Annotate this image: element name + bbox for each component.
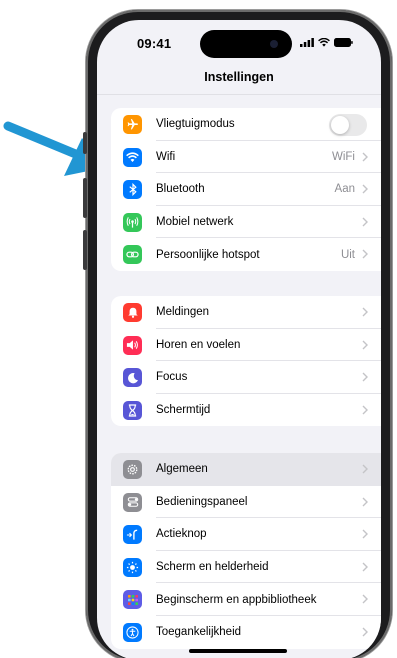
- action-side-button: [83, 132, 87, 154]
- settings-row-value: WiFi: [332, 150, 355, 163]
- accessibility-icon: [123, 622, 142, 642]
- settings-row-value: Uit: [340, 248, 355, 261]
- cellular-signal-icon: [300, 38, 314, 47]
- chevron-right-icon: [362, 405, 368, 415]
- chevron-right-icon: [362, 307, 368, 317]
- chevron-right-icon: [362, 562, 368, 572]
- airplane-mode-toggle[interactable]: [329, 114, 367, 136]
- settings-row-label: Schermtijd: [156, 404, 211, 417]
- settings-row-vliegtuigmodus[interactable]: Vliegtuigmodus: [111, 108, 381, 141]
- settings-row-actieknop[interactable]: Actieknop: [111, 518, 381, 551]
- status-icons: [300, 38, 353, 47]
- sun-icon: [123, 557, 142, 577]
- chevron-right-icon: [362, 529, 368, 539]
- chevron-right-icon: [362, 184, 368, 194]
- settings-row-toegankelijkheid[interactable]: Toegankelijkheid: [111, 616, 381, 649]
- chevron-right-icon: [362, 249, 368, 259]
- settings-row-bluetooth[interactable]: Bluetooth Aan: [111, 173, 381, 206]
- status-bar: 09:41: [97, 20, 381, 68]
- chevron-right-icon: [362, 372, 368, 382]
- sliders-icon: [123, 492, 142, 512]
- settings-group-notifications: Meldingen Horen en voelen Focus Schermti…: [111, 296, 381, 427]
- bluetooth-icon: [123, 180, 142, 200]
- settings-row-label: Actieknop: [156, 528, 207, 541]
- chevron-right-icon: [362, 627, 368, 637]
- volume-up-button: [83, 178, 87, 218]
- volume-down-button: [83, 230, 87, 270]
- moon-icon: [123, 368, 142, 388]
- settings-row-label: Focus: [156, 371, 188, 384]
- settings-row-label: Algemeen: [156, 463, 208, 476]
- antenna-icon: [123, 212, 142, 232]
- settings-row-algemeen[interactable]: Algemeen: [111, 453, 381, 486]
- app-grid-icon: [123, 590, 142, 610]
- settings-group-general: Algemeen Bedieningspaneel Actieknop Sche…: [111, 453, 381, 649]
- settings-row-label: Wifi: [156, 150, 176, 163]
- dynamic-island: [200, 30, 292, 58]
- settings-row-label: Toegankelijkheid: [156, 626, 242, 639]
- nav-divider: [97, 94, 381, 95]
- settings-row-value: Aan: [334, 183, 355, 196]
- settings-row-scherm-en-helderheid[interactable]: Scherm en helderheid: [111, 551, 381, 584]
- bell-icon: [123, 303, 142, 322]
- settings-row-mobiel-netwerk[interactable]: Mobiel netwerk: [111, 206, 381, 239]
- chevron-right-icon: [362, 594, 368, 604]
- settings-row-label: Meldingen: [156, 306, 210, 319]
- settings-row-beginscherm-en-appbibliotheek[interactable]: Beginscherm en appbibliotheek: [111, 583, 381, 616]
- hourglass-icon: [123, 400, 142, 420]
- chevron-right-icon: [362, 497, 368, 507]
- settings-row-label: Bedieningspaneel: [156, 495, 248, 508]
- airplane-icon: [123, 115, 142, 134]
- settings-row-label: Horen en voelen: [156, 338, 241, 351]
- battery-icon: [334, 38, 353, 47]
- status-time: 09:41: [137, 36, 172, 51]
- settings-row-persoonlijke-hotspot[interactable]: Persoonlijke hotspot Uit: [111, 238, 381, 271]
- chevron-right-icon: [362, 464, 368, 474]
- settings-row-label: Scherm en helderheid: [156, 561, 269, 574]
- home-indicator[interactable]: [189, 649, 287, 653]
- settings-row-bedieningspaneel[interactable]: Bedieningspaneel: [111, 486, 381, 519]
- settings-row-label: Vliegtuigmodus: [156, 118, 235, 131]
- settings-row-label: Mobiel netwerk: [156, 216, 234, 229]
- settings-row-wifi[interactable]: Wifi WiFi: [111, 141, 381, 174]
- wifi-icon: [123, 147, 142, 167]
- screen: 09:41 Instellingen Vliegtuigmodus Wifi W…: [97, 20, 381, 658]
- gear-icon: [123, 460, 142, 479]
- page-title: Instellingen: [204, 70, 274, 84]
- settings-row-focus[interactable]: Focus: [111, 361, 381, 394]
- speaker-icon: [123, 335, 142, 355]
- settings-row-horen-en-voelen[interactable]: Horen en voelen: [111, 329, 381, 362]
- chevron-right-icon: [362, 340, 368, 350]
- settings-row-label: Beginscherm en appbibliotheek: [156, 593, 317, 606]
- chevron-right-icon: [362, 217, 368, 227]
- settings-group-connectivity: Vliegtuigmodus Wifi WiFi Bluetooth Aan M…: [111, 108, 381, 271]
- wifi-status-icon: [318, 38, 330, 47]
- action-button-icon: [123, 525, 142, 545]
- settings-row-meldingen[interactable]: Meldingen: [111, 296, 381, 329]
- settings-row-label: Bluetooth: [156, 183, 205, 196]
- chevron-right-icon: [362, 152, 368, 162]
- hotspot-icon: [123, 245, 142, 265]
- settings-row-schermtijd[interactable]: Schermtijd: [111, 394, 381, 427]
- settings-row-label: Persoonlijke hotspot: [156, 248, 260, 261]
